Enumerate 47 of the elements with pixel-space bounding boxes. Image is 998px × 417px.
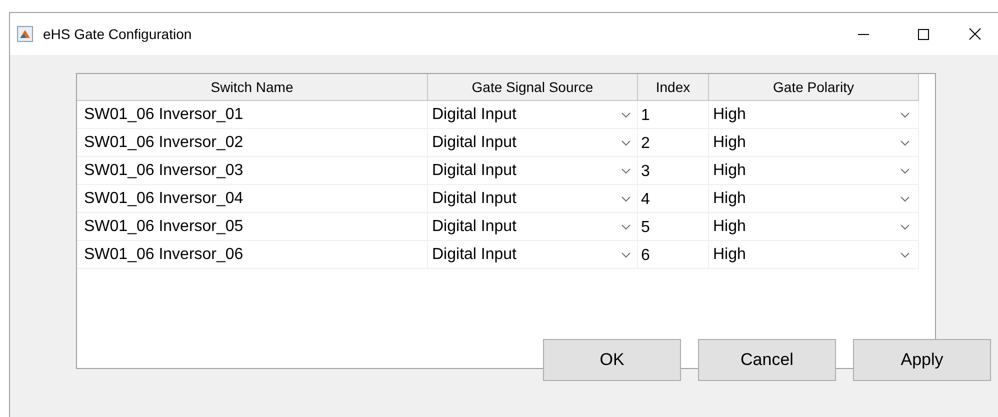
caret-icon xyxy=(900,196,910,202)
source-dropdown[interactable]: Digital Input xyxy=(428,185,638,213)
polarity-dropdown[interactable]: High xyxy=(709,185,919,213)
index-cell[interactable]: 6 xyxy=(638,241,709,269)
window-title: eHS Gate Configuration xyxy=(43,24,192,44)
polarity-dropdown[interactable]: High xyxy=(709,157,919,185)
dialog-button[interactable]: OK xyxy=(543,339,681,381)
index-cell[interactable]: 1 xyxy=(638,101,709,129)
table-cell: SW01_06 Inversor_06 xyxy=(77,241,428,269)
source-dropdown[interactable]: Digital Input xyxy=(428,213,638,241)
caret-icon xyxy=(900,112,910,118)
caret-icon xyxy=(621,168,631,174)
dialog-button[interactable]: Apply xyxy=(853,339,991,381)
table-cell: SW01_06 Inversor_03 xyxy=(77,157,428,185)
column-header[interactable]: Switch Name xyxy=(77,74,428,101)
caret-icon xyxy=(621,196,631,202)
polarity-dropdown[interactable]: High xyxy=(709,213,919,241)
table-cell: SW01_06 Inversor_02 xyxy=(77,129,428,157)
polarity-dropdown[interactable]: High xyxy=(709,129,919,157)
caret-icon xyxy=(621,252,631,258)
table-cell: SW01_06 Inversor_05 xyxy=(77,213,428,241)
column-header[interactable]: Index xyxy=(638,74,709,101)
polarity-dropdown[interactable]: High xyxy=(709,101,919,129)
column-header[interactable]: Gate Signal Source xyxy=(428,74,638,101)
table-cell: SW01_06 Inversor_04 xyxy=(77,185,428,213)
index-cell[interactable]: 3 xyxy=(638,157,709,185)
caret-icon xyxy=(900,140,910,146)
column-header[interactable]: Gate Polarity xyxy=(709,74,919,101)
maximize-icon xyxy=(918,28,928,40)
index-cell[interactable]: 4 xyxy=(638,185,709,213)
dialog-button[interactable]: Cancel xyxy=(698,339,836,381)
caret-icon xyxy=(621,224,631,230)
source-dropdown[interactable]: Digital Input xyxy=(428,129,638,157)
polarity-dropdown[interactable]: High xyxy=(709,241,919,269)
source-dropdown[interactable]: Digital Input xyxy=(428,157,638,185)
source-dropdown[interactable]: Digital Input xyxy=(428,101,638,129)
app-icon xyxy=(17,26,33,42)
source-dropdown[interactable]: Digital Input xyxy=(428,241,638,269)
caret-icon xyxy=(900,168,910,174)
index-cell[interactable]: 5 xyxy=(638,213,709,241)
caret-icon xyxy=(900,224,910,230)
caret-icon xyxy=(621,112,631,118)
caret-icon xyxy=(900,252,910,258)
index-cell[interactable]: 2 xyxy=(638,129,709,157)
table-cell: SW01_06 Inversor_01 xyxy=(77,101,428,129)
caret-icon xyxy=(621,140,631,146)
close-icon xyxy=(969,28,981,40)
